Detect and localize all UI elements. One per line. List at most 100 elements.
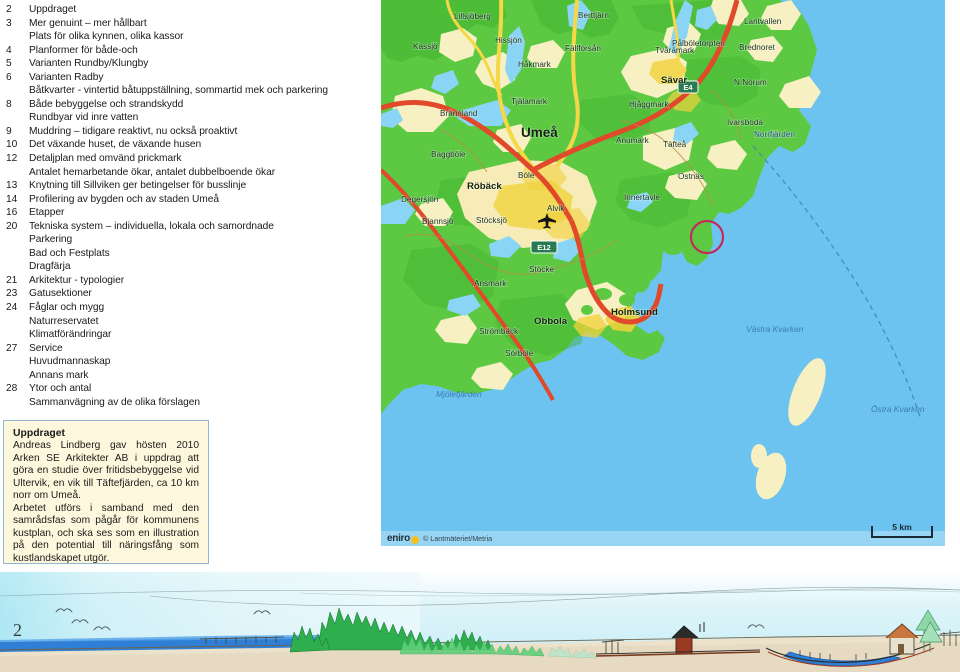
toc-entry-page-number: 3	[6, 17, 12, 29]
toc-entry-label: Gatusektioner	[29, 288, 92, 300]
toc-entry[interactable]: 3 Mer genuint – mer hållbart	[0, 17, 360, 31]
map-copyright-text: © Lantmäteriet/Metria	[422, 534, 493, 543]
toc-entry-label: Etapper	[29, 207, 65, 219]
map-graphic: E4 E12 LillsjöbergKassjöHissjönHåkmarkBe…	[381, 0, 945, 546]
map-label: Alvik	[547, 204, 565, 213]
map-label: Tjälamark	[511, 97, 548, 106]
toc-entry[interactable]: 24 Fåglar och mygg	[0, 301, 360, 315]
toc-entry-label: Klimatförändringar	[29, 329, 112, 341]
toc-entry[interactable]: Annans mark	[0, 369, 360, 383]
toc-entry[interactable]: Parkering	[0, 233, 360, 247]
toc-entry[interactable]: Plats för olika kynnen, olika kassor	[0, 30, 360, 44]
road-shield-e12: E12	[530, 240, 558, 254]
toc-entry[interactable]: 14 Profilering av bygden och av staden Um…	[0, 193, 360, 207]
map-attribution-bar: eniro © Lantmäteriet/Metria	[381, 531, 945, 546]
toc-entry[interactable]: Antalet hemarbetande ökar, antalet dubbe…	[0, 166, 360, 180]
toc-entry-page-number: 2	[6, 4, 12, 15]
toc-entry[interactable]: 5 Varianten Rundby/Klungby	[0, 57, 360, 71]
landscape-drawing	[0, 566, 960, 672]
map-label: Holmsund	[611, 307, 658, 318]
map-label: Lantvallen	[744, 17, 782, 26]
toc-entry[interactable]: Huvudmannaskap	[0, 355, 360, 369]
toc-entry[interactable]: 13 Knytning till Sillviken ger betingelse…	[0, 179, 360, 193]
toc-entry-page-number: 28	[6, 383, 18, 395]
toc-entry[interactable]: Dragfärja	[0, 260, 360, 274]
toc-entry-label: Båtkvarter - vintertid båtuppställning, …	[29, 85, 329, 97]
toc-entry[interactable]: Naturreservatet	[0, 315, 360, 329]
toc-entry[interactable]: 16 Etapper	[0, 206, 360, 220]
toc-entry-label: Bad och Festplats	[29, 247, 110, 259]
toc-entry-label: Uppdraget	[29, 4, 77, 15]
uppdraget-callout-box: Uppdraget Andreas Lindberg gav hösten 20…	[3, 420, 209, 564]
map-label: Sörböle	[505, 349, 534, 358]
toc-entry[interactable]: 10 Det växande huset, de växande husen	[0, 138, 360, 152]
map-label: Bjannsjö	[422, 217, 454, 226]
uppdraget-paragraph-1: Andreas Lindberg gav hösten 2010 Arken S…	[13, 440, 199, 502]
toc-entry[interactable]: 28 Ytor och antal	[0, 382, 360, 396]
map-label: Fällforsån	[565, 43, 601, 53]
toc-entry-page-number: 9	[6, 125, 12, 137]
toc-entry-page-number: 13	[6, 180, 18, 192]
toc-entry[interactable]: 2 Uppdraget	[0, 3, 360, 17]
toc-entry-label: Planformer för både-och	[29, 44, 138, 56]
map-label: Böle	[518, 171, 535, 180]
coastal-landscape-illustration	[0, 566, 960, 672]
toc-entry-label: Arkitektur - typologier	[29, 274, 125, 286]
map-label: Anumark	[616, 136, 650, 145]
toc-entry-label: Tekniska system – individuella, lokala o…	[29, 220, 274, 232]
toc-entry-label: Parkering	[29, 234, 73, 246]
toc-entry[interactable]: 8 Både bebyggelse och strandskydd	[0, 98, 360, 112]
toc-entry-label: Ytor och antal	[29, 383, 92, 395]
toc-entry-page-number: 14	[6, 193, 18, 205]
toc-entry[interactable]: 4 Planformer för både-och	[0, 44, 360, 58]
toc-entry-label: Profilering av bygden och av staden Umeå	[29, 193, 219, 205]
toc-entry[interactable]: Klimatförändringar	[0, 328, 360, 342]
map-scale-label: 5 km	[892, 522, 912, 532]
svg-text:E12: E12	[537, 243, 551, 252]
page-number: 2	[13, 620, 22, 640]
map-label: Ivarsboda	[727, 118, 763, 127]
toc-entry[interactable]: 27 Service	[0, 342, 360, 356]
toc-entry[interactable]: Rundbyar vid inre vatten	[0, 111, 360, 125]
map-label: Degersjön	[401, 195, 439, 204]
toc-entry-label: Huvudmannaskap	[29, 356, 111, 368]
toc-entry-label: Varianten Rundby/Klungby	[29, 58, 149, 70]
toc-entry-page-number: 20	[6, 220, 18, 232]
toc-entry-label: Naturreservatet	[29, 315, 99, 327]
toc-entry-label: Sammanvägning av de olika förslagen	[29, 396, 200, 408]
toc-entry-label: Det växande huset, de växande husen	[29, 139, 202, 151]
toc-entry[interactable]: 9 Muddring – tidigare reaktivt, nu också …	[0, 125, 360, 139]
toc-entry-label: Knytning till Sillviken ger betingelser …	[29, 180, 247, 192]
toc-entry[interactable]: Sammanvägning av de olika förslagen	[0, 396, 360, 410]
toc-entry-label: Varianten Radby	[29, 71, 104, 83]
map-label: Sävar	[661, 75, 687, 86]
map-label: Hjåggmark	[629, 99, 669, 109]
overview-map[interactable]: E4 E12 Lillsjöberg Kassjö Hissjön Håkmark Be…	[381, 0, 945, 546]
toc-entry[interactable]: 23 Gatusektioner	[0, 287, 360, 301]
map-label: Ansmark	[474, 279, 507, 288]
map-label: Brednoret	[739, 43, 776, 52]
toc-entry-page-number: 4	[6, 44, 12, 56]
map-label: N Norum	[734, 78, 767, 87]
toc-entry[interactable]: 6 Varianten Radby	[0, 71, 360, 85]
toc-entry-page-number: 27	[6, 342, 18, 354]
toc-entry-label: Service	[29, 342, 63, 354]
toc-entry-page-number: 5	[6, 58, 12, 70]
toc-entry[interactable]: 21 Arkitektur - typologier	[0, 274, 360, 288]
map-label: Brännland	[440, 109, 478, 118]
map-label: Obbola	[534, 316, 568, 327]
toc-entry-page-number: 6	[6, 71, 12, 83]
map-label: Baggböle	[431, 150, 466, 159]
toc-entry[interactable]: 20 Tekniska system – individuella, lokala…	[0, 220, 360, 234]
toc-entry-label: Rundbyar vid inre vatten	[29, 112, 139, 124]
map-label: Umeå	[521, 125, 558, 140]
toc-entry[interactable]: Båtkvarter - vintertid båtuppställning, …	[0, 84, 360, 98]
toc-entry-label: Muddring – tidigare reaktivt, nu också p…	[29, 125, 238, 137]
map-label: Ostnäs	[678, 172, 704, 181]
uppdraget-title: Uppdraget	[13, 428, 65, 439]
toc-entry[interactable]: 12 Detaljplan med omvänd prickmark	[0, 152, 360, 166]
toc-entry-label: Både bebyggelse och strandskydd	[29, 98, 184, 110]
toc-entry[interactable]: Bad och Festplats	[0, 247, 360, 261]
map-label: Västra Kvarken	[746, 324, 804, 334]
map-label: Berttjärn	[578, 11, 609, 20]
